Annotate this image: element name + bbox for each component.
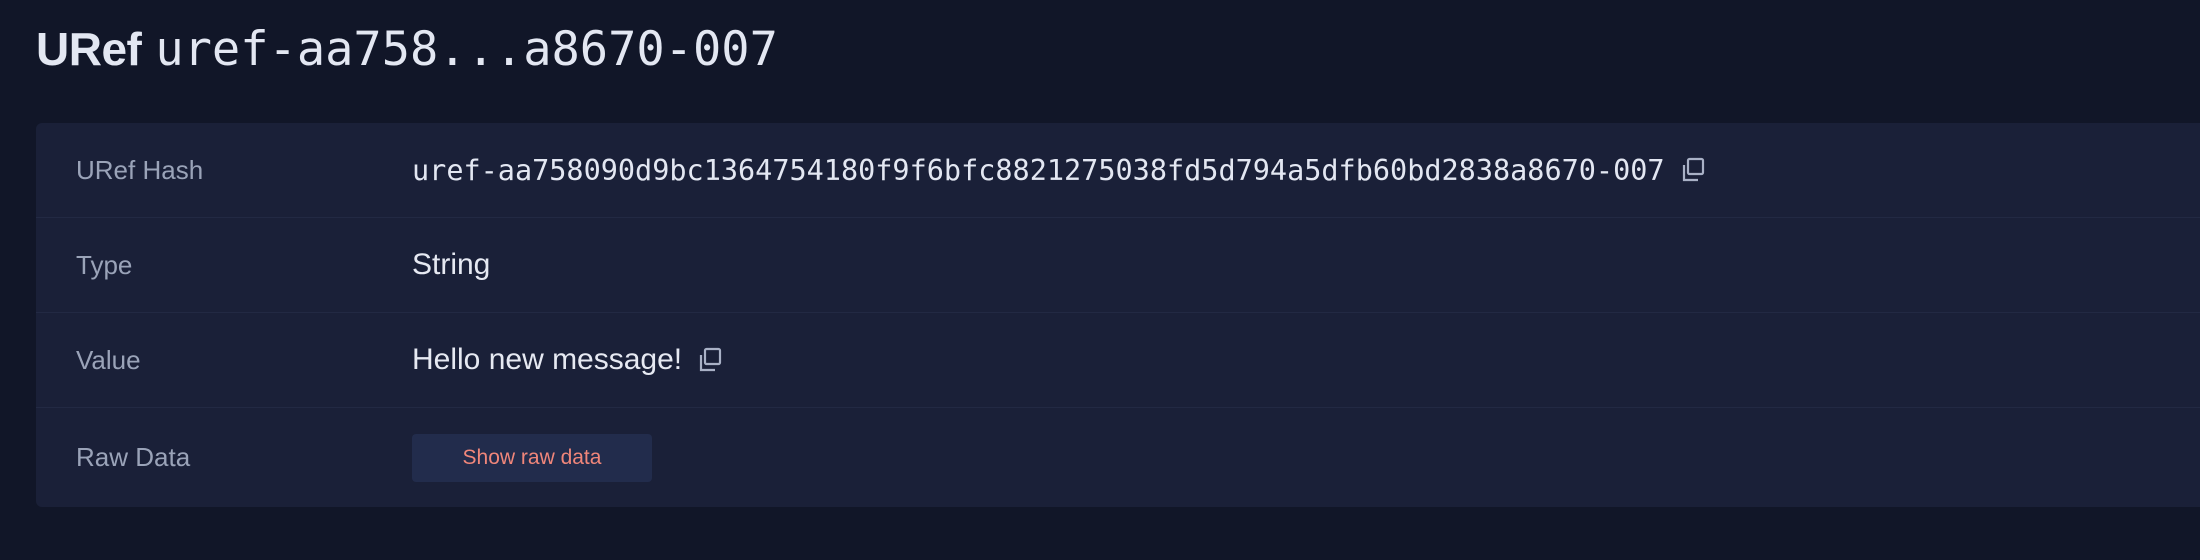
raw-data-value-group: Show raw data (412, 433, 652, 482)
page-title-prefix: URef (36, 23, 142, 75)
value-label: Value (76, 344, 141, 375)
copy-icon[interactable] (1679, 156, 1707, 184)
uref-details-page: URef uref-aa758...a8670-007 URef Hash ur… (0, 0, 2200, 560)
detail-row-uref-hash: URef Hash uref-aa758090d9bc1364754180f9f… (36, 123, 2200, 218)
detail-row-raw-data: Raw Data Show raw data (36, 408, 2200, 507)
detail-row-type: Type String (36, 218, 2200, 313)
detail-row-value: Value Hello new message! (36, 313, 2200, 408)
type-value: String (412, 248, 491, 281)
uref-hash-value-group: uref-aa758090d9bc1364754180f9f6bfc882127… (412, 154, 1707, 187)
page-title-uref-id: uref-aa758...a8670-007 (155, 21, 778, 77)
show-raw-data-button[interactable]: Show raw data (412, 433, 652, 482)
page-title: URef uref-aa758...a8670-007 (36, 14, 778, 84)
value-text: Hello new message! (412, 343, 683, 376)
raw-data-label: Raw Data (76, 442, 191, 472)
copy-icon[interactable] (696, 346, 724, 374)
details-card: URef Hash uref-aa758090d9bc1364754180f9f… (36, 123, 2200, 507)
value-value-group: Hello new message! (412, 343, 724, 377)
type-value-group: String (412, 248, 490, 282)
type-label: Type (76, 249, 133, 280)
uref-hash-value: uref-aa758090d9bc1364754180f9f6bfc882127… (412, 153, 1665, 187)
uref-hash-label: URef Hash (76, 154, 204, 185)
